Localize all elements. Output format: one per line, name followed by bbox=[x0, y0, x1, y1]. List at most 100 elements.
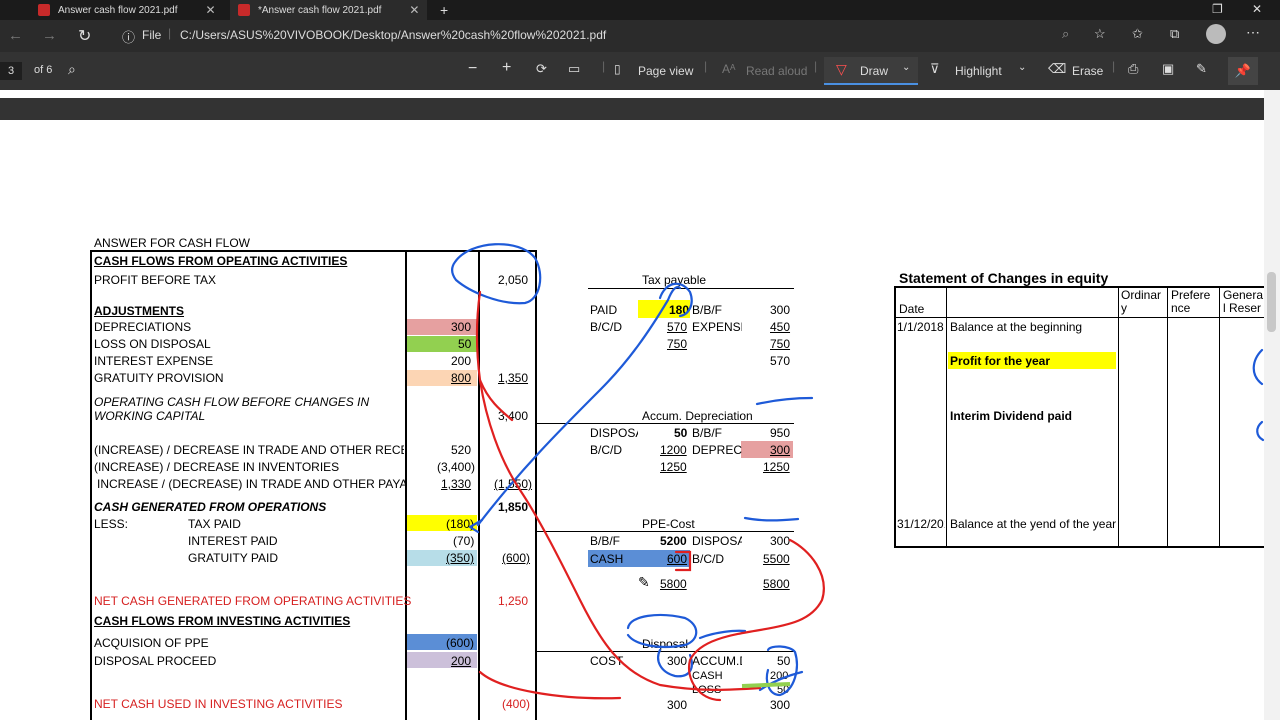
tax-right-total: 750 bbox=[770, 337, 791, 351]
disposal-right-value: 50 bbox=[777, 684, 790, 696]
pdf-toolbar: 3 of 6 ⌕ − + ⟳ ▭ | ▯ Page view | Aᴬ Read… bbox=[0, 52, 1280, 90]
tax-left-label: B/C/D bbox=[590, 320, 623, 334]
favorites-icon[interactable]: ✩ bbox=[1132, 26, 1143, 42]
less-item-value: (180) bbox=[446, 517, 475, 531]
close-tab-icon[interactable]: ✕ bbox=[206, 3, 216, 17]
save-icon[interactable]: ▣ bbox=[1162, 61, 1174, 77]
browser-tab-active[interactable]: *Answer cash flow 2021.pdf ✕ bbox=[230, 0, 428, 20]
soce-col-general-reserve: General Reserve bbox=[1223, 289, 1264, 317]
refresh-icon[interactable]: ↻ bbox=[78, 26, 91, 46]
close-tab-icon[interactable]: ✕ bbox=[409, 3, 419, 17]
adj-value: 300 bbox=[451, 320, 472, 334]
tax-right-label: EXPENSE bbox=[692, 320, 742, 334]
t-account-title: Accum. Depreciation bbox=[642, 409, 753, 423]
net-inv-value: (400) bbox=[502, 697, 531, 711]
tax-right-value: 300 bbox=[770, 303, 791, 317]
inv-heading: CASH FLOWS FROM INVESTING ACTIVITIES bbox=[94, 614, 351, 628]
highlight-button[interactable]: Highlight bbox=[955, 64, 1002, 78]
dep-left-value: 50 bbox=[674, 426, 688, 440]
wc-total: (1,550) bbox=[494, 477, 533, 491]
forward-arrow-icon[interactable]: → bbox=[42, 27, 57, 44]
page-top-band bbox=[0, 98, 1264, 120]
dep-left-total: 1250 bbox=[660, 460, 687, 474]
scrollbar-thumb[interactable] bbox=[1267, 272, 1276, 332]
page-view-button[interactable]: Page view bbox=[638, 64, 693, 78]
browser-tab[interactable]: Answer cash flow 2021.pdf ✕ bbox=[30, 0, 224, 20]
zoom-in-icon[interactable]: + bbox=[502, 59, 511, 77]
url-field[interactable]: C:/Users/ASUS%20VIVOBOOK/Desktop/Answer%… bbox=[180, 28, 606, 42]
file-label: File bbox=[142, 28, 162, 42]
restore-window-icon[interactable]: ❐ bbox=[1212, 2, 1223, 16]
tab-title: *Answer cash flow 2021.pdf bbox=[258, 4, 382, 16]
close-window-icon[interactable]: ✕ bbox=[1252, 2, 1262, 16]
draw-button[interactable]: Draw bbox=[860, 64, 888, 78]
adj-total: 1,350 bbox=[498, 371, 529, 385]
disposal-right-label: ACCUM.D bbox=[692, 654, 742, 668]
soce-row-desc: Balance at the beginning bbox=[950, 320, 1083, 334]
search-icon[interactable]: ⌕ bbox=[68, 61, 76, 78]
inv-value: (600) bbox=[446, 636, 475, 650]
cf-title: ANSWER FOR CASH FLOW bbox=[94, 236, 251, 250]
tax-left-total: 750 bbox=[667, 337, 688, 351]
cash-generated-label: CASH GENERATED FROM OPERATIONS bbox=[94, 500, 327, 514]
pencil-icon: ✎ bbox=[638, 574, 650, 590]
less-item-value: (350) bbox=[446, 551, 475, 565]
less-total: (600) bbox=[502, 551, 531, 565]
print-icon[interactable]: ⎙ bbox=[1128, 61, 1138, 77]
adjustments-heading: ADJUSTMENTS bbox=[94, 304, 185, 318]
op-before-wc-line1: OPERATING CASH FLOW BEFORE CHANGES IN bbox=[94, 395, 370, 409]
back-arrow-icon[interactable]: ← bbox=[8, 27, 23, 44]
dep-right-value: 300 bbox=[770, 443, 791, 457]
chevron-down-icon[interactable]: ⌄ bbox=[902, 62, 910, 73]
chevron-down-icon[interactable]: ⌄ bbox=[1018, 62, 1026, 73]
zoom-icon[interactable]: ⌕ bbox=[1062, 26, 1069, 42]
page-number-input[interactable]: 3 bbox=[0, 62, 22, 80]
avatar[interactable] bbox=[1206, 24, 1226, 44]
disposal-right-label: LOSS bbox=[692, 684, 722, 696]
new-tab-button[interactable]: + bbox=[440, 2, 448, 18]
dep-left-value: 1200 bbox=[660, 443, 687, 457]
ppe-left-value: 5200 bbox=[660, 534, 687, 548]
ppe-left-value: 600 bbox=[667, 552, 688, 566]
dep-right-total: 1250 bbox=[763, 460, 790, 474]
ppe-right-label: DISPOSAL bbox=[692, 534, 742, 548]
dep-left-label: DISPOSAL bbox=[590, 426, 638, 440]
ppe-left-total: 5800 bbox=[660, 577, 687, 591]
adj-value: 800 bbox=[451, 371, 472, 385]
less-item-label: INTEREST PAID bbox=[188, 534, 278, 548]
disposal-right-label: CASH bbox=[692, 670, 723, 682]
tab-title: Answer cash flow 2021.pdf bbox=[58, 4, 178, 16]
wc-label: (INCREASE) / DECREASE IN TRADE AND OTHER… bbox=[94, 443, 404, 457]
soce-col-date: Date bbox=[899, 302, 925, 316]
save-as-icon[interactable]: ✎ bbox=[1196, 61, 1207, 77]
scrollbar[interactable] bbox=[1264, 90, 1280, 720]
fit-page-icon[interactable]: ▭ bbox=[568, 61, 580, 77]
separator: | bbox=[814, 59, 818, 73]
ppe-right-total: 5800 bbox=[763, 577, 790, 591]
disposal-right-value: 200 bbox=[770, 670, 789, 682]
net-op-label: NET CASH GENERATED FROM OPERATING ACTIVI… bbox=[94, 594, 412, 608]
pin-toolbar-icon[interactable]: 📌 bbox=[1228, 57, 1258, 85]
net-inv-label: NET CASH USED IN INVESTING ACTIVITIES bbox=[94, 697, 343, 711]
adj-label: DEPRECIATIONS bbox=[94, 320, 192, 334]
adj-label: GRATUITY PROVISION bbox=[94, 371, 224, 385]
highlighter-icon: ⊽ bbox=[930, 61, 940, 76]
tax-left-label: PAID bbox=[590, 303, 618, 317]
info-icon[interactable]: ⓘ bbox=[122, 27, 135, 46]
adj-value: 50 bbox=[458, 337, 472, 351]
zoom-out-icon[interactable]: − bbox=[468, 60, 477, 78]
op-before-wc-line2: WORKING CAPITAL bbox=[94, 409, 206, 423]
erase-button[interactable]: Erase bbox=[1072, 64, 1103, 78]
eraser-icon: ⌫ bbox=[1048, 61, 1067, 76]
dep-right-label: B/B/F bbox=[692, 426, 723, 440]
soce-col-preference: Preference bbox=[1171, 288, 1211, 315]
tax-right-value: 450 bbox=[770, 320, 791, 334]
soce-row-desc: Interim Dividend paid bbox=[950, 409, 1073, 423]
soce-row-desc: Balance at the yend of the year bbox=[950, 517, 1117, 531]
rotate-icon[interactable]: ⟳ bbox=[536, 61, 547, 77]
more-menu-icon[interactable]: ⋯ bbox=[1246, 24, 1260, 41]
read-aloud-button[interactable]: Read aloud bbox=[746, 64, 807, 78]
less-item-label: TAX PAID bbox=[188, 517, 241, 531]
collections-icon[interactable]: ⧉ bbox=[1170, 26, 1179, 42]
add-favorite-icon[interactable]: ☆ bbox=[1094, 26, 1106, 42]
